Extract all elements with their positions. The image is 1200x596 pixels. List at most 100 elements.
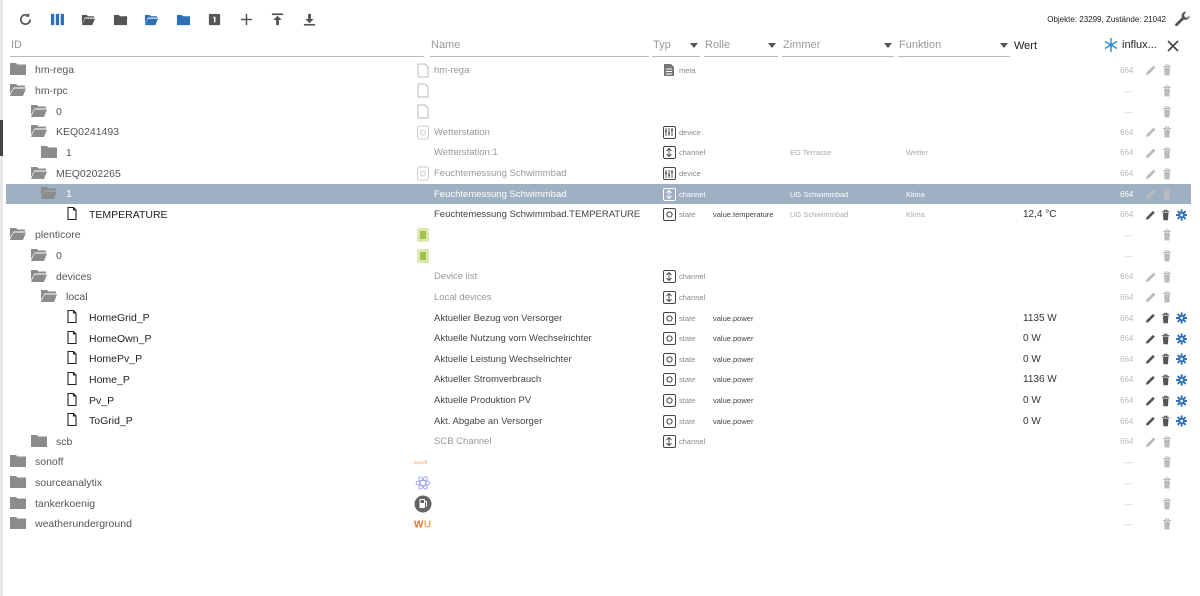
file-icon[interactable] bbox=[64, 392, 89, 409]
gear-icon[interactable] bbox=[1175, 394, 1187, 407]
folder-icon[interactable] bbox=[10, 454, 35, 470]
upload-icon[interactable] bbox=[262, 8, 294, 30]
delete-icon[interactable] bbox=[1161, 250, 1173, 262]
delete-icon[interactable] bbox=[1160, 374, 1171, 386]
folder-open-icon[interactable] bbox=[31, 124, 56, 140]
row-id[interactable]: local bbox=[6, 287, 416, 308]
type-dropdown-icon[interactable] bbox=[690, 43, 698, 48]
delete-icon[interactable] bbox=[1161, 188, 1173, 200]
delete-icon[interactable] bbox=[1161, 477, 1173, 489]
row-name[interactable]: Feuchtemessung Schwimmbad bbox=[434, 163, 567, 184]
row-id[interactable]: 1 bbox=[6, 184, 416, 205]
edit-icon[interactable] bbox=[1145, 271, 1157, 283]
folder-blue-icon[interactable] bbox=[168, 8, 200, 30]
table-row[interactable]: HomePv_P Aktuelle Leistung Wechselrichter… bbox=[6, 349, 1191, 370]
gear-icon[interactable] bbox=[1175, 353, 1187, 365]
gear-icon[interactable] bbox=[1175, 332, 1187, 345]
room-dropdown-icon[interactable] bbox=[884, 43, 892, 48]
refresh-icon[interactable] bbox=[10, 8, 42, 30]
row-id[interactable]: HomeOwn_P bbox=[6, 328, 416, 349]
folder-icon[interactable] bbox=[41, 145, 66, 161]
influx-column[interactable]: influx... bbox=[1103, 37, 1157, 53]
gear-icon[interactable] bbox=[1175, 374, 1187, 386]
gear-icon[interactable] bbox=[1175, 209, 1187, 221]
folder-icon[interactable] bbox=[31, 434, 56, 450]
delete-icon[interactable] bbox=[1161, 291, 1173, 303]
table-row[interactable]: weatherunderground W U — bbox=[6, 514, 1191, 535]
table-row[interactable]: sourceanalytix — bbox=[6, 473, 1191, 494]
table-row[interactable]: Pv_P Aktuelle Produktion PV state value.pow… bbox=[6, 390, 1191, 411]
row-id[interactable]: 1 bbox=[6, 143, 416, 164]
table-row[interactable]: 1 Wetterstation:1 channel EG Terrasse Wetter… bbox=[6, 143, 1191, 164]
row-value[interactable]: 0 W bbox=[1023, 349, 1041, 370]
table-row[interactable]: TEMPERATURE Feuchtemessung Schwimmbad.TEM… bbox=[6, 204, 1191, 225]
row-name[interactable]: Feuchtemessung Schwimmbad.TEMPERATURE bbox=[434, 204, 640, 225]
folder-open-icon[interactable] bbox=[31, 248, 56, 264]
folder-closed-icon[interactable] bbox=[105, 8, 137, 30]
row-id[interactable]: 0 bbox=[6, 246, 416, 267]
edit-icon[interactable] bbox=[1145, 395, 1156, 407]
folder-open-icon[interactable] bbox=[41, 289, 66, 305]
delete-icon[interactable] bbox=[1161, 436, 1173, 448]
row-id[interactable]: sourceanalytix bbox=[6, 473, 416, 494]
name-filter[interactable]: Name bbox=[430, 37, 649, 57]
table-row[interactable]: scb SCB Channel channel 664 bbox=[6, 432, 1191, 453]
file-icon[interactable] bbox=[64, 330, 89, 347]
table-row[interactable]: tankerkoenig — bbox=[6, 493, 1191, 514]
folder-icon[interactable] bbox=[10, 62, 35, 78]
row-name[interactable]: Aktueller Bezug von Versorger bbox=[434, 308, 562, 329]
row-name[interactable]: Aktuelle Produktion PV bbox=[434, 390, 531, 411]
table-row[interactable]: sonoff Sonoff — bbox=[6, 452, 1191, 473]
delete-icon[interactable] bbox=[1160, 312, 1171, 324]
role-dropdown-icon[interactable] bbox=[768, 43, 776, 48]
row-id[interactable]: sonoff bbox=[6, 452, 416, 473]
edit-icon[interactable] bbox=[1145, 312, 1156, 324]
row-id[interactable]: 0 bbox=[6, 101, 416, 122]
folder-icon[interactable] bbox=[10, 516, 35, 532]
function-filter[interactable]: Funktion bbox=[898, 37, 1010, 57]
table-row[interactable]: Home_P Aktueller Stromverbrauch state value… bbox=[6, 370, 1191, 391]
folder-open-icon[interactable] bbox=[10, 83, 35, 99]
table-row[interactable]: hm-rpc — bbox=[6, 81, 1191, 102]
edit-icon[interactable] bbox=[1145, 436, 1157, 448]
table-row[interactable]: 1 Feuchtemessung Schwimmbad channel UG Schw… bbox=[6, 183, 1191, 205]
add-icon[interactable] bbox=[231, 8, 263, 30]
edit-icon[interactable] bbox=[1145, 333, 1156, 345]
delete-icon[interactable] bbox=[1161, 229, 1173, 241]
row-id[interactable]: MEQ0202265 bbox=[6, 163, 416, 184]
row-id[interactable]: tankerkoenig bbox=[6, 493, 416, 514]
edit-icon[interactable] bbox=[1145, 291, 1157, 303]
row-name[interactable]: Device list bbox=[434, 266, 477, 287]
row-name[interactable]: hm-rega bbox=[434, 60, 469, 81]
delete-icon[interactable] bbox=[1160, 353, 1171, 365]
delete-icon[interactable] bbox=[1160, 333, 1171, 345]
folder-icon[interactable] bbox=[10, 496, 35, 512]
delete-icon[interactable] bbox=[1161, 456, 1173, 468]
folder-open-blue-icon[interactable] bbox=[136, 8, 168, 30]
close-icon[interactable] bbox=[1166, 39, 1180, 53]
gear-icon[interactable] bbox=[1175, 312, 1187, 324]
row-id[interactable]: scb bbox=[6, 432, 416, 453]
row-id[interactable]: Home_P bbox=[6, 370, 416, 391]
delete-icon[interactable] bbox=[1161, 147, 1173, 159]
table-row[interactable]: MEQ0202265 Feuchtemessung Schwimmbad devic… bbox=[6, 163, 1191, 184]
row-value[interactable]: 0 W bbox=[1023, 390, 1041, 411]
edit-icon[interactable] bbox=[1145, 168, 1157, 180]
table-row[interactable]: local Local devices channel 664 bbox=[6, 287, 1191, 308]
wrench-icon[interactable] bbox=[1174, 10, 1192, 28]
delete-icon[interactable] bbox=[1161, 498, 1173, 510]
delete-icon[interactable] bbox=[1160, 209, 1171, 221]
folder-open-icon[interactable] bbox=[31, 104, 56, 120]
row-id[interactable]: ToGrid_P bbox=[6, 411, 416, 432]
row-id[interactable]: TEMPERATURE bbox=[6, 204, 416, 225]
row-id[interactable]: devices bbox=[6, 266, 416, 287]
delete-icon[interactable] bbox=[1161, 126, 1173, 138]
table-row[interactable]: plenticore — bbox=[6, 225, 1191, 246]
table-row[interactable]: HomeGrid_P Aktueller Bezug von Versorger s… bbox=[6, 308, 1191, 329]
row-id[interactable]: HomePv_P bbox=[6, 349, 416, 370]
edit-icon[interactable] bbox=[1145, 353, 1156, 365]
row-name[interactable]: Wetterstation bbox=[434, 122, 490, 143]
function-dropdown-icon[interactable] bbox=[1000, 43, 1008, 48]
row-id[interactable]: Pv_P bbox=[6, 390, 416, 411]
row-id[interactable]: hm-rpc bbox=[6, 81, 416, 102]
